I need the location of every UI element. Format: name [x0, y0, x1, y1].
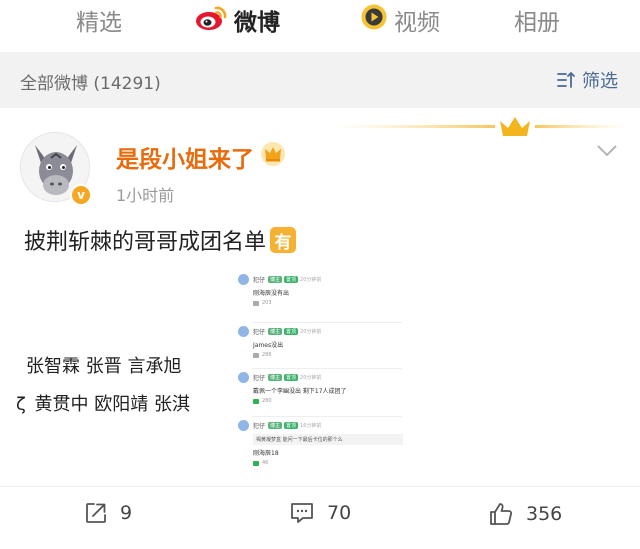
post-text: 披荆斩棘的哥哥成团名单 有 [24, 224, 297, 256]
avatar [238, 372, 249, 383]
tab-video[interactable]: 视频 [360, 2, 440, 38]
comment-time: 20分钟前 [300, 329, 322, 335]
tab-album-label: 相册 [514, 10, 560, 36]
share-count: 9 [120, 502, 133, 524]
all-posts-count: 全部微博 (14291) [20, 74, 161, 94]
tab-weibo-label: 微博 [234, 10, 280, 36]
comment-icon [291, 503, 313, 523]
weibo-logo-icon [194, 2, 228, 38]
filter-button[interactable]: 筛选 [557, 67, 618, 93]
blogger-badge: 博主 [268, 374, 283, 381]
filter-label: 筛选 [582, 71, 618, 92]
comment-likes: 286 [253, 352, 406, 358]
thumbs-up-icon [253, 398, 259, 404]
avatar [238, 326, 249, 337]
verified-badge-icon: v [70, 184, 92, 206]
divider [252, 368, 402, 369]
thumbs-up-icon [253, 460, 259, 466]
divider [252, 322, 402, 323]
avatar [238, 420, 249, 431]
pinned-badge: 置顶 [284, 276, 299, 283]
vip-crown-icon [260, 141, 286, 173]
names-line-2: ζ 黄贯中 欧阳靖 张淇 [16, 390, 190, 416]
comment-like-count: 280 [262, 398, 272, 404]
comment-time: 20分钟前 [300, 375, 322, 381]
comment-button[interactable]: 70 [289, 501, 351, 525]
top-tab-bar: 精选 微博 视频 相册 [0, 0, 640, 50]
comment-time: 20分钟前 [300, 277, 322, 283]
like-count: 356 [526, 503, 563, 525]
comment-text: 刚海辰18 [253, 450, 279, 457]
blogger-badge: 博主 [268, 422, 283, 429]
tab-featured-label: 精选 [76, 10, 122, 36]
author-name-text: 是段小姐来了 [116, 147, 254, 173]
post-time: 1小时前 [116, 186, 175, 205]
post-action-bar: 9 70 356 [0, 486, 640, 542]
comment-author: 犯仔 [253, 329, 266, 336]
filter-bar: 全部微博 (14291) 筛选 [0, 52, 640, 108]
comment-like-count: 46 [262, 460, 269, 466]
crown-decoration-icon [330, 117, 630, 136]
post-card: v 是段小姐来了 1小时前 披荆斩棘的哥哥成团名单 有 张智霖 张晋 言承旭 ζ… [0, 108, 640, 549]
post-image-comments[interactable]: 犯仔 博主 置顶 20分钟前 刚海辰没有出 203 犯仔 博主 置顶 20分钟前… [234, 268, 410, 472]
post-text-content: 披荆斩棘的哥哥成团名单 [24, 230, 267, 255]
tab-featured[interactable]: 精选 [76, 2, 122, 38]
list-item: 犯仔 博主 置顶 20分钟前 戴佩一个李幽没出 剩下17人成团了 280 [238, 372, 406, 404]
like-button[interactable]: 356 [488, 501, 562, 527]
tab-weibo[interactable]: 微博 [194, 2, 280, 38]
you-emoji-icon: 有 [270, 227, 297, 253]
thumbs-up-icon [253, 352, 259, 358]
author-name[interactable]: 是段小姐来了 [116, 140, 286, 174]
comment-time: 16分钟前 [300, 423, 322, 429]
comment-count: 70 [327, 502, 352, 524]
comment-quote: 褐黄凝梦盒 能问一下最后卡位的那个么 [253, 434, 403, 445]
comment-author: 犯仔 [253, 375, 266, 382]
thumbs-up-icon [490, 503, 513, 525]
comment-like-count: 286 [262, 352, 272, 358]
divider [252, 416, 402, 417]
names-line-1: 张智霖 张晋 言承旭 [26, 356, 182, 377]
chevron-down-icon[interactable] [596, 144, 618, 158]
names-line-2-text: 黄贯中 欧阳靖 张淇 [34, 394, 190, 415]
filter-icon [557, 72, 575, 88]
avatar [238, 274, 249, 285]
comment-likes: 203 [253, 300, 406, 306]
pinned-badge: 置顶 [284, 422, 299, 429]
list-item: 犯仔 博主 置顶 16分钟前 褐黄凝梦盒 能问一下最后卡位的那个么 刚海辰18 … [238, 420, 406, 466]
video-icon [360, 3, 388, 37]
pinned-badge: 置顶 [284, 374, 299, 381]
comment-likes: 280 [253, 398, 406, 404]
blogger-badge: 博主 [268, 328, 283, 335]
list-item: 犯仔 博主 置顶 20分钟前 James没出 286 [238, 326, 406, 358]
share-button[interactable]: 9 [84, 501, 132, 525]
names-line-2-prefix: ζ [16, 394, 26, 415]
list-item: 犯仔 博主 置顶 20分钟前 刚海辰没有出 203 [238, 274, 406, 306]
blogger-badge: 博主 [268, 276, 283, 283]
comment-author: 犯仔 [253, 277, 266, 284]
tab-video-label: 视频 [394, 10, 440, 36]
comment-text: James没出 [253, 342, 284, 349]
tab-album[interactable]: 相册 [514, 2, 560, 38]
comment-like-count: 203 [262, 300, 272, 306]
comment-author: 犯仔 [253, 423, 266, 430]
comment-text: 刚海辰没有出 [253, 290, 290, 297]
comment-text: 戴佩一个李幽没出 剩下17人成团了 [253, 388, 347, 395]
comment-likes: 46 [253, 460, 406, 466]
thumbs-up-icon [253, 300, 259, 306]
share-icon [86, 503, 106, 523]
post-image-names[interactable]: 张智霖 张晋 言承旭 ζ 黄贯中 欧阳靖 张淇 [0, 338, 218, 438]
pinned-badge: 置顶 [284, 328, 299, 335]
